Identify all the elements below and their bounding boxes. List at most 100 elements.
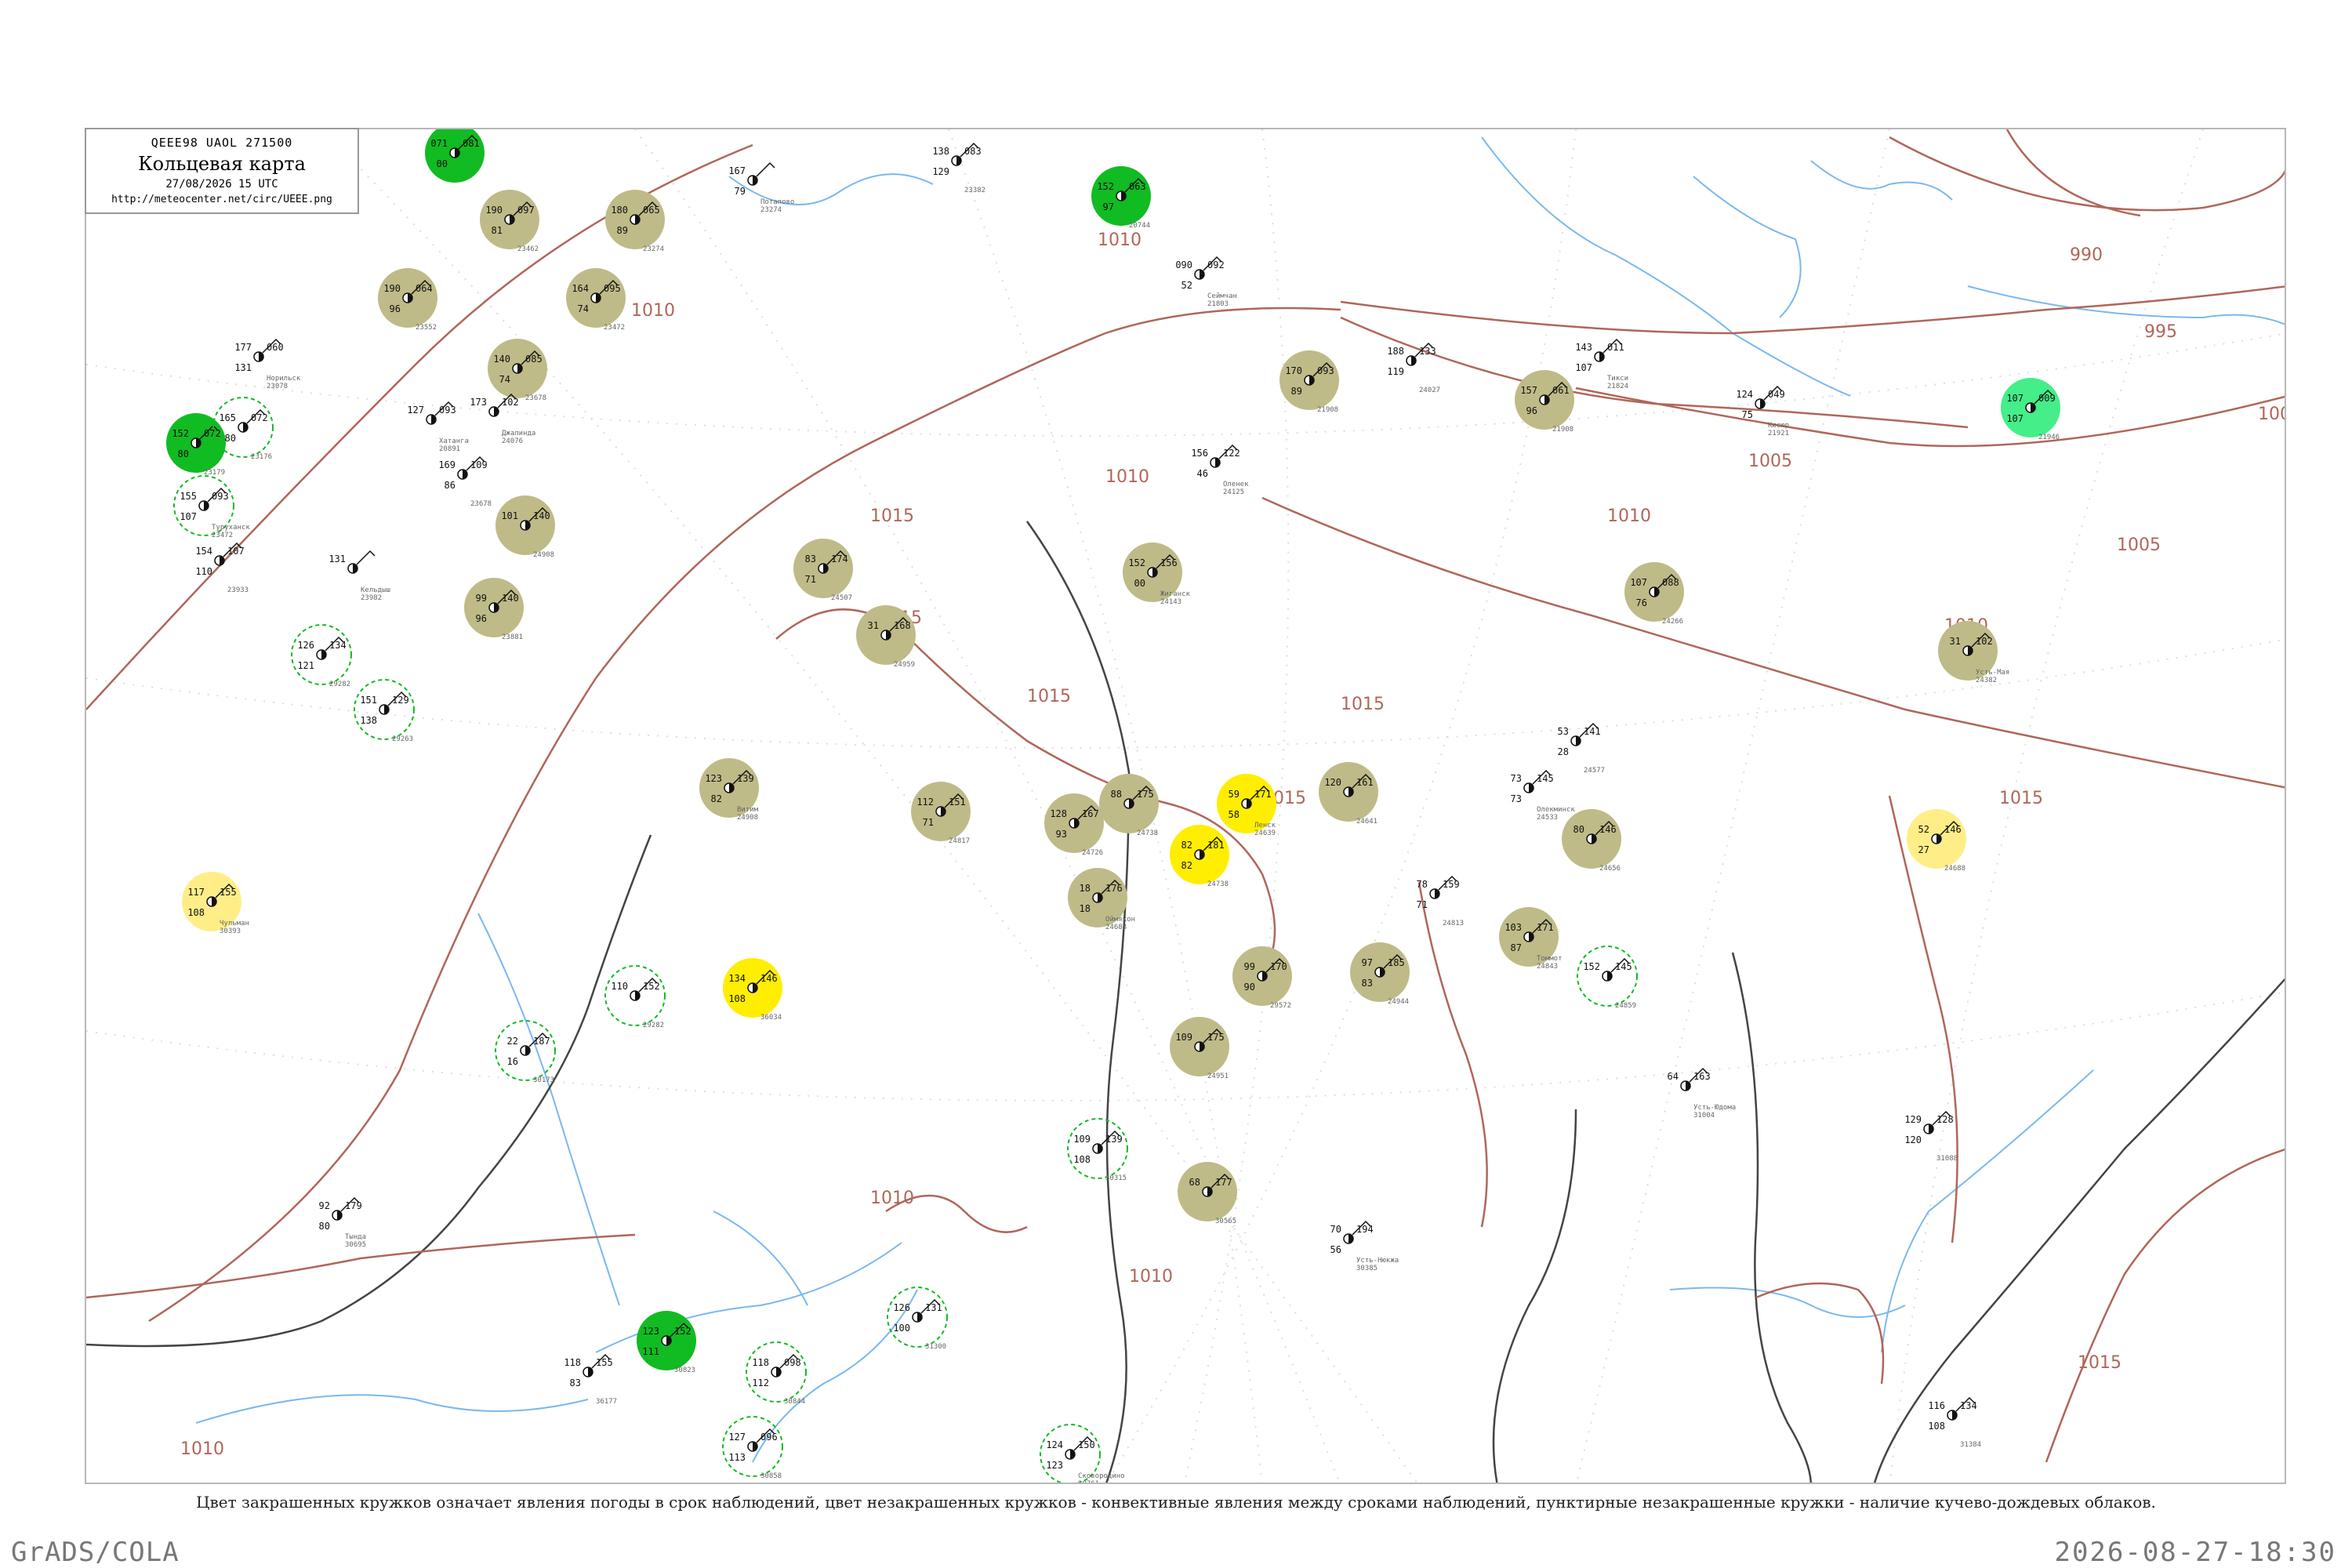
station-plot[interactable]: 110 152 29282 [604, 965, 666, 1029]
station-dewpoint: 00 [1134, 578, 1145, 589]
station-plot[interactable]: 120 161 24641 [1319, 762, 1378, 826]
map-frame[interactable]: 1010101010101015101510151015101510151010… [85, 128, 2286, 1484]
station-plot[interactable]: 78 71 159 24813 [1417, 875, 1465, 927]
station-index: 24859 [1615, 1002, 1636, 1010]
station-plot[interactable]: 164 74 095 23472 [566, 268, 626, 332]
station-plot[interactable]: 107 107 009 21946 [2001, 378, 2060, 441]
station-plot[interactable]: 82 82 181 24738 [1170, 825, 1229, 888]
station-plot[interactable]: 70 56 194 Усть-Нюкжа30385 [1330, 1220, 1399, 1272]
station-plot[interactable]: 101 140 24908 [495, 495, 555, 559]
station-plot[interactable]: 156 46 122 Оленек24125 [1191, 444, 1249, 496]
station-plot[interactable]: 154 110 107 23933 [195, 542, 249, 594]
station-index: 24738 [1207, 880, 1229, 888]
station-plot[interactable]: 97 83 185 24944 [1350, 942, 1410, 1006]
station-temperature: 80 [1573, 824, 1584, 835]
station-pressure: 098 [784, 1357, 801, 1368]
bulletin-code: QEEE98 UAOL 271500 [151, 136, 293, 150]
station-temperature: 22 [507, 1036, 518, 1047]
station-plot[interactable]: 140 74 085 23678 [488, 339, 547, 402]
isobar-label: 1010 [1105, 467, 1149, 487]
station-plot[interactable]: 190 81 097 23462 [480, 190, 539, 253]
station-plot[interactable]: 138 129 083 23382 [932, 142, 985, 194]
station-plot[interactable]: 123 82 139 Витим24908 [699, 758, 759, 822]
station-plot[interactable]: 126 100 131 31300 [887, 1287, 948, 1351]
station-plot[interactable]: 127 093 Хатанга20891 [407, 401, 469, 453]
station-temperature: 071 [430, 138, 448, 149]
station-plot[interactable]: 152 145 24859 [1577, 946, 1638, 1010]
station-plot[interactable]: 128 93 167 24726 [1044, 793, 1104, 857]
station-plot[interactable]: 155 107 093 Туруханск23472 [173, 475, 250, 539]
station-temperature: 18 [1080, 883, 1091, 894]
station-plot[interactable]: 131 Кельдыш23982 [328, 550, 390, 602]
station-plot[interactable]: 180 89 065 23274 [605, 190, 665, 253]
station-plot[interactable]: 68 177 30565 [1178, 1162, 1237, 1225]
station-plot[interactable]: 127 113 096 30858 [722, 1416, 783, 1480]
graticule [86, 129, 2285, 1483]
station-plot[interactable]: 83 71 174 24507 [793, 539, 853, 602]
station-temperature: 68 [1189, 1177, 1200, 1188]
station-plot[interactable]: 99 96 140 23881 [464, 578, 524, 641]
station-plot[interactable]: 170 89 093 21908 [1279, 350, 1339, 414]
station-plot[interactable]: 124 123 150 Сковородино30761 [1040, 1424, 1125, 1484]
station-plot[interactable]: 1528007223179 [166, 413, 226, 477]
station-index: 30761 [1078, 1480, 1099, 1484]
station-plot[interactable]: 152 97 063 20744 [1091, 166, 1151, 230]
station-plot[interactable]: 151 138 129 29263 [354, 679, 415, 743]
station-plot[interactable]: 152 00 156 Жиганск24143 [1123, 543, 1191, 606]
station-plot[interactable]: 116 108 134 31384 [1928, 1396, 1981, 1449]
legend-caption: Цвет закрашенных кружков означает явлени… [196, 1493, 2156, 1512]
station-plot[interactable]: 177 131 060 Норильск23078 [234, 338, 301, 390]
station-plot[interactable]: 143 107 011 Тикси21824 [1575, 338, 1628, 390]
station-plot[interactable]: 109 175 24951 [1170, 1017, 1229, 1080]
station-plot[interactable]: 167 79 Потапово23274 [728, 162, 794, 214]
station-plot[interactable]: 80 146 24656 [1562, 809, 1621, 873]
station-plot[interactable]: 169 86 109 23678 [438, 456, 492, 508]
station-pressure: 152 [643, 981, 660, 992]
map-canvas[interactable]: 1010101010101015101510151015101510151010… [86, 129, 2286, 1484]
station-plot[interactable]: 18 18 176 Оймякон24688 [1068, 868, 1135, 931]
station-temperature: 82 [1181, 840, 1192, 851]
station-plot[interactable]: 129 120 128 31088 [1904, 1110, 1958, 1163]
station-plot[interactable]: 118 112 098 30844 [746, 1341, 807, 1406]
station-plot[interactable]: 123 111 152 30823 [637, 1311, 696, 1374]
source-url[interactable]: http://meteocenter.net/circ/UEEE.png [86, 194, 358, 205]
station-pressure: 129 [392, 695, 409, 706]
station-plot[interactable]: 73 73 145 Олекминск24533 [1511, 769, 1576, 822]
station-index: 20891 [439, 445, 460, 453]
station-plot[interactable]: 071 00 081 [425, 129, 485, 183]
station-plot[interactable]: 118 83 155 36177 [564, 1353, 617, 1406]
station-plot[interactable]: 52 27 146 24688 [1907, 809, 1966, 873]
station-index: 23678 [525, 394, 546, 402]
station-plot[interactable]: 090 52 092 Сеймчан21803 [1175, 256, 1237, 308]
station-temperature: 169 [438, 459, 456, 470]
station-plot[interactable]: 103 87 171 Томмот24843 [1499, 907, 1563, 971]
station-plot[interactable]: 31 168 24959 [856, 605, 916, 669]
station-temperature: 70 [1330, 1224, 1341, 1235]
station-plot[interactable]: 109 108 139 30315 [1067, 1118, 1128, 1182]
station-plot[interactable]: 99 90 170 29572 [1232, 946, 1292, 1010]
station-plot[interactable]: 126 121 134 29282 [291, 624, 352, 688]
station-temperature: 165 [219, 412, 236, 423]
station-temperature: 155 [180, 491, 197, 502]
station-plot[interactable]: 107 76 088 24266 [1624, 562, 1684, 626]
station-plot[interactable]: 190 96 064 23552 [378, 268, 437, 332]
station-plot[interactable]: 59 58 171 Ленск24639 [1217, 774, 1276, 837]
station-plot[interactable]: 117 108 155 Чульман30393 [182, 872, 249, 935]
render-timestamp: 2026-08-27-18:30 [2054, 1537, 2336, 1568]
isobar-label: 1010 [870, 1189, 914, 1208]
station-plot[interactable]: 53 28 141 24577 [1558, 722, 1606, 775]
station-plot[interactable]: 112 71 151 24817 [911, 782, 971, 845]
station-pressure: 155 [220, 887, 237, 898]
station-name: Потапово [760, 198, 794, 206]
station-plot[interactable]: 88 175 24738 [1099, 774, 1159, 837]
station-plot[interactable]: 31 102 Усть-Мая24382 [1938, 621, 2009, 684]
station-pressure: 167 [1082, 808, 1099, 819]
station-dewpoint: 76 [1636, 597, 1647, 608]
station-plot[interactable]: 157 96 061 21908 [1515, 370, 1574, 434]
station-index: 21908 [1317, 406, 1338, 414]
station-temperature: 190 [485, 205, 503, 216]
station-plot[interactable]: 64 163 Усть-Юдома31004 [1668, 1067, 1737, 1120]
station-plot[interactable]: 92 80 179 Тында30695 [319, 1196, 367, 1249]
station-plot[interactable]: 134 108 146 36034 [723, 958, 782, 1022]
station-plot[interactable]: 188 119 133 24027 [1387, 342, 1440, 394]
